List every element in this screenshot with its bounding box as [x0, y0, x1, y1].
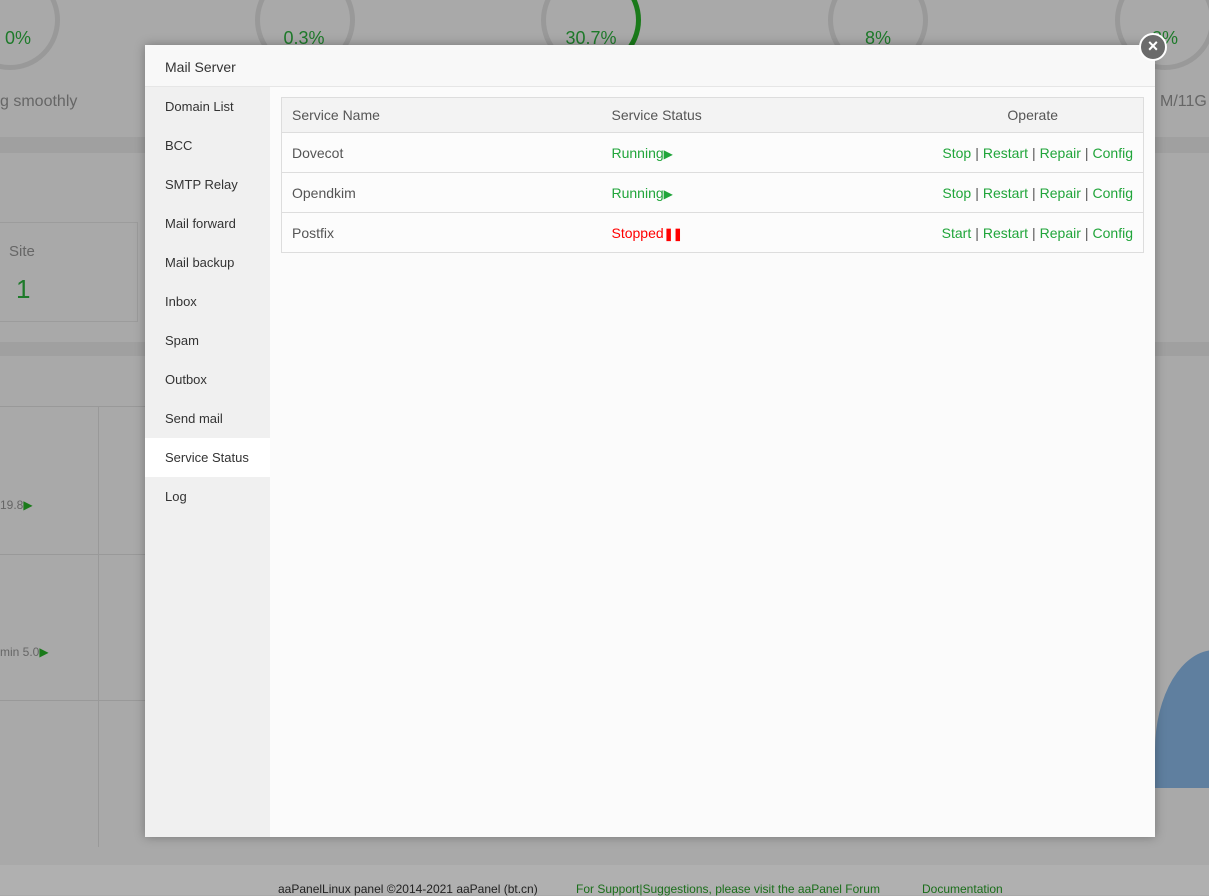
restart-button[interactable]: Restart [983, 185, 1028, 201]
stop-button[interactable]: Stop [942, 145, 971, 161]
app-version-text: 19.8 [0, 498, 24, 512]
column-header: Operate [775, 97, 1144, 133]
sidebar-item-outbox[interactable]: Outbox [145, 360, 270, 399]
app-version: min 5.0▶ [0, 645, 49, 659]
status-text: Stopped [611, 224, 664, 241]
site-label: Site [9, 243, 35, 260]
table-row: Dovecot Running▶ Stop | Restart | Repair | Con… [281, 132, 1144, 173]
operate-cell: Stop | Restart | Repair | Config [775, 132, 1144, 173]
separator: | [975, 144, 979, 161]
gauge-subtitle: g smoothly [0, 93, 78, 110]
service-name: Postfix [281, 212, 602, 253]
start-button[interactable]: Start [942, 225, 972, 241]
separator: | [1032, 144, 1036, 161]
separator: | [1084, 224, 1089, 241]
app-version-text: min 5.0 [0, 645, 40, 659]
operate-cell: Start | Restart | Repair | Config [775, 212, 1144, 253]
close-icon[interactable]: × [1139, 33, 1167, 61]
copyright: aaPanelLinux panel ©2014-2021 aaPanel (b… [278, 882, 538, 896]
separator: | [975, 224, 979, 241]
restart-button[interactable]: Restart [983, 145, 1028, 161]
separator: | [1084, 144, 1089, 161]
sidebar-item-domain-list[interactable]: Domain List [145, 87, 270, 126]
separator: | [1032, 224, 1036, 241]
service-status[interactable]: Stopped❚❚ [601, 212, 776, 253]
modal-title: Mail Server [145, 45, 1155, 87]
play-icon: ▶ [39, 645, 49, 659]
separator: | [1032, 184, 1036, 201]
support-link[interactable]: For Support|Suggestions, please visit th… [576, 882, 880, 896]
service-table: Service Name Service Status Operate Dove… [281, 97, 1144, 253]
footer: aaPanelLinux panel ©2014-2021 aaPanel (b… [0, 865, 1209, 896]
status-text: Running [611, 184, 664, 201]
site-value: 1 [16, 274, 31, 304]
separator: | [975, 184, 979, 201]
service-status[interactable]: Running▶ [601, 172, 776, 213]
pause-icon: ❚❚ [663, 226, 683, 241]
gauge-subtitle: M/11G [1160, 93, 1207, 110]
repair-button[interactable]: Repair [1040, 145, 1081, 161]
sidebar-item-service-status[interactable]: Service Status [145, 438, 270, 477]
divider [98, 407, 99, 847]
column-header: Service Status [601, 97, 776, 133]
sidebar-item-spam[interactable]: Spam [145, 321, 270, 360]
sidebar-item-mail-backup[interactable]: Mail backup [145, 243, 270, 282]
sidebar-item-inbox[interactable]: Inbox [145, 282, 270, 321]
traffic-chart-fragment [1155, 650, 1209, 788]
table-row: Opendkim Running▶ Stop | Restart | Repair | Co… [281, 172, 1144, 213]
app-version: 19.8▶ [0, 498, 33, 512]
service-status[interactable]: Running▶ [601, 132, 776, 173]
play-icon: ▶ [663, 146, 673, 161]
operate-cell: Stop | Restart | Repair | Config [775, 172, 1144, 213]
modal-sidebar: Domain List BCC SMTP Relay Mail forward … [145, 87, 270, 837]
config-button[interactable]: Config [1093, 145, 1133, 161]
divider [0, 554, 145, 555]
separator: | [1084, 184, 1089, 201]
repair-button[interactable]: Repair [1040, 225, 1081, 241]
repair-button[interactable]: Repair [1040, 185, 1081, 201]
status-text: Running [611, 144, 664, 161]
table-row: Postfix Stopped❚❚ Start | Restart | Repair | C… [281, 212, 1144, 253]
mail-server-modal: Mail Server Domain List BCC SMTP Relay M… [145, 45, 1155, 837]
play-icon: ▶ [663, 186, 673, 201]
sidebar-item-smtp-relay[interactable]: SMTP Relay [145, 165, 270, 204]
sidebar-item-bcc[interactable]: BCC [145, 126, 270, 165]
service-name: Opendkim [281, 172, 602, 213]
restart-button[interactable]: Restart [983, 225, 1028, 241]
config-button[interactable]: Config [1093, 225, 1133, 241]
service-name: Dovecot [281, 132, 602, 173]
column-header: Service Name [281, 97, 602, 133]
site-box [0, 222, 138, 322]
divider [0, 700, 145, 701]
play-icon: ▶ [23, 498, 33, 512]
sidebar-item-mail-forward[interactable]: Mail forward [145, 204, 270, 243]
documentation-link[interactable]: Documentation [922, 882, 1003, 896]
config-button[interactable]: Config [1093, 185, 1133, 201]
stop-button[interactable]: Stop [942, 185, 971, 201]
sidebar-item-send-mail[interactable]: Send mail [145, 399, 270, 438]
gauge-value: 0% [4, 28, 31, 48]
divider [0, 406, 145, 407]
sidebar-item-log[interactable]: Log [145, 477, 270, 516]
